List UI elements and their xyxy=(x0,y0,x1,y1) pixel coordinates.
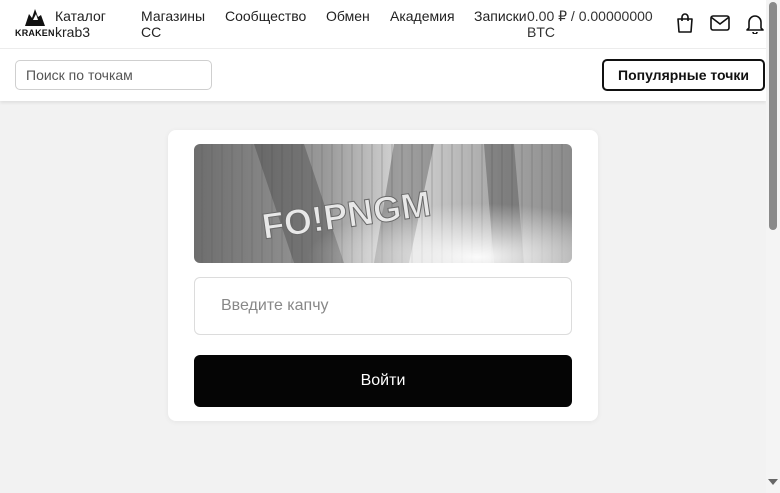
nav-catalog[interactable]: Каталог krab3 xyxy=(55,8,106,40)
kraken-logo[interactable]: KRAKEN xyxy=(15,8,55,38)
bag-icon[interactable] xyxy=(674,12,696,34)
scrollbar[interactable] xyxy=(766,0,780,493)
nav-exchange[interactable]: Обмен xyxy=(326,8,370,24)
nav-notes[interactable]: Записки xyxy=(474,8,527,24)
search-input[interactable] xyxy=(15,60,212,90)
login-button[interactable]: Войти xyxy=(194,355,572,407)
nav-catalog-sub: krab3 xyxy=(55,24,91,40)
kraken-logo-icon xyxy=(25,9,45,26)
captcha-card: FO!PNGM Войти xyxy=(168,130,598,421)
nav-catalog-label: Каталог xyxy=(55,8,106,24)
captcha-image: FO!PNGM xyxy=(194,144,572,263)
scroll-down-arrow-icon[interactable] xyxy=(768,479,778,485)
nav-academy[interactable]: Академия xyxy=(390,8,455,24)
nav-shops[interactable]: Магазины СС xyxy=(141,8,205,40)
popular-points-button[interactable]: Популярные точки xyxy=(602,59,765,91)
top-navigation-bar: KRAKEN Каталог krab3 Магазины СС Сообщес… xyxy=(0,0,766,49)
scrollbar-thumb[interactable] xyxy=(769,2,777,230)
bell-icon[interactable] xyxy=(744,12,766,35)
search-toolbar: Популярные точки xyxy=(0,49,766,101)
logo-text: KRAKEN xyxy=(15,28,55,38)
nav-shops-label: Магазины xyxy=(141,8,206,24)
captcha-input[interactable] xyxy=(194,277,572,335)
nav-shops-sub: СС xyxy=(141,24,162,40)
balance-display[interactable]: 0.00 ₽ / 0.00000000 BTC xyxy=(527,8,662,40)
mail-icon[interactable] xyxy=(709,12,731,34)
nav-community[interactable]: Сообщество xyxy=(225,8,306,24)
